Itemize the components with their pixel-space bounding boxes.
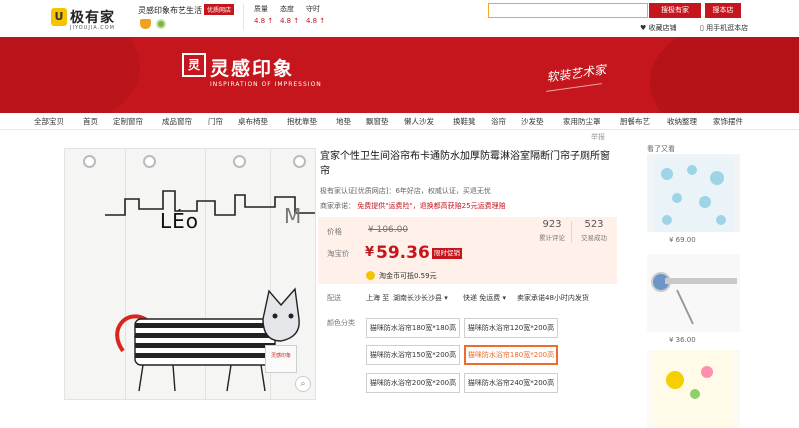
recommended-item-image[interactable]	[647, 254, 740, 332]
search-shop-button[interactable]: 搜本店	[705, 3, 741, 18]
curtain-ring-icon	[293, 155, 306, 168]
original-price: ¥ 106.00	[368, 225, 409, 235]
coin-discount-text: 淘金币可抵0.59元	[379, 272, 437, 280]
curtain-print-text: LÉo	[160, 209, 200, 233]
price-box: 价格 ¥ 106.00 淘宝价 ¥ 59.36 限时促销 923 累计评论 52…	[318, 217, 617, 284]
nav-item-tablecloth[interactable]: 桌布椅垫	[238, 116, 268, 127]
shipping-method-select[interactable]: 快递 免运费 ▾	[463, 293, 506, 303]
promise-link[interactable]: 免费提供"运费险"，退换都高获赔25元运费理赔	[357, 202, 505, 210]
currency-symbol: ¥	[365, 245, 375, 260]
nav-item-dust-cover[interactable]: 家用防尘罩	[563, 116, 601, 127]
kids-curtain-thumbnail	[653, 350, 734, 428]
cat-illustration	[115, 287, 300, 392]
color-option-selected[interactable]: 猫咪防水浴帘180宽*200高	[464, 345, 558, 365]
review-count-label: 累计评论	[539, 234, 565, 242]
nav-item-kitchen-fabric[interactable]: 厨餐布艺	[620, 116, 650, 127]
curtain-ring-icon	[83, 155, 96, 168]
review-count-stat[interactable]: 923 累计评论	[532, 219, 572, 242]
taobao-coin-icon	[366, 271, 375, 280]
report-link[interactable]: 举报	[591, 132, 605, 142]
recommended-item-image[interactable]	[647, 350, 740, 428]
stat-divider	[571, 221, 572, 243]
recommended-item-image[interactable]	[647, 154, 740, 232]
logo-icon: U	[51, 8, 67, 26]
shipping-from: 上海 至	[366, 294, 390, 302]
search-site-button[interactable]: 搜极有家	[649, 3, 701, 18]
nav-item-all[interactable]: 全部宝贝	[34, 116, 64, 127]
certification-text: 极有家认证[优质网店]：6年好店，权威认证，买退无忧	[320, 187, 491, 195]
color-option[interactable]: 猫咪防水浴帘150宽*200高	[366, 345, 460, 365]
favorite-shop-link[interactable]: ♥ 收藏店铺	[640, 23, 677, 33]
product-main-image[interactable]: LÉo M 灵感印象 ⌕	[64, 148, 316, 400]
color-option[interactable]: 猫咪防水浴帘180宽*180高	[366, 318, 460, 338]
color-option-label: 颜色分类	[327, 319, 355, 327]
logo-text: 极有家	[70, 10, 115, 26]
brand-english-name: INSPIRATION OF IMPRESSION	[210, 81, 322, 88]
promise-prefix: 商家承诺：	[320, 202, 355, 210]
shipping-promise: 卖家承诺48小时内发货	[517, 294, 589, 302]
promo-price-label: 淘宝价	[327, 249, 350, 258]
brand-logo-icon: 灵	[182, 53, 206, 77]
nav-item-sofa-cushion[interactable]: 沙发垫	[521, 116, 544, 127]
shipping-destination-select[interactable]: 湖南长沙长沙县 ▾	[393, 293, 448, 303]
curtain-print-text: M	[284, 204, 302, 228]
nav-item-home[interactable]: 首页	[83, 116, 98, 127]
nav-item-door-curtain[interactable]: 门帘	[208, 116, 223, 127]
nav-item-pillow[interactable]: 抱枕靠垫	[287, 116, 317, 127]
color-option[interactable]: 猫咪防水浴帘120宽*200高	[464, 318, 558, 338]
slogan-underline	[546, 83, 602, 92]
review-count: 923	[542, 219, 562, 230]
crown-icon	[140, 19, 151, 29]
sales-count-label: 交易成功	[581, 234, 607, 242]
brand-name: 灵感印象	[210, 58, 295, 80]
shipping-label: 配送	[327, 294, 341, 302]
merchant-promise: 商家承诺： 免费提供"运费险"，退换都高获赔25元运费理赔	[320, 201, 506, 211]
nav-item-custom-curtain[interactable]: 定制窗帘	[113, 116, 143, 127]
sales-count-stat[interactable]: 523 交易成功	[574, 219, 614, 242]
shop-badge: 优质网店	[204, 4, 235, 15]
nav-item-shower-curtain[interactable]: 浴帘	[491, 116, 506, 127]
banner-decoration	[0, 37, 140, 113]
nav-item-storage[interactable]: 收纳整理	[667, 116, 697, 127]
recommended-item-price: ¥ 36.00	[669, 336, 696, 344]
current-price: 59.36	[376, 243, 430, 263]
certified-icon	[156, 19, 166, 29]
top-header: U 极有家 JIYOUJIA.COM 灵感印象布艺生活 优质网店 质量 4.8 …	[0, 0, 799, 36]
nav-item-floor-mat[interactable]: 地垫	[336, 116, 351, 127]
shop-banner[interactable]: 灵 灵感印象 INSPIRATION OF IMPRESSION 软装艺术家	[0, 37, 799, 113]
logo-subtitle: JIYOUJIA.COM	[70, 25, 115, 31]
shop-nav: 全部宝贝 首页 定制窗帘 成品窗帘 门帘 桌布椅垫 抱枕靠垫 地垫 飘窗垫 懒人…	[0, 113, 799, 130]
rating-punctuality: 守时 4.8 ↑	[306, 5, 326, 25]
banner-decoration	[650, 37, 799, 113]
curtain-ring-icon	[143, 155, 156, 168]
price-label: 价格	[327, 227, 342, 236]
nav-item-lazy-sofa[interactable]: 懒人沙发	[404, 116, 434, 127]
nav-item-decor[interactable]: 家饰摆件	[713, 116, 743, 127]
promo-tag: 限时促销	[432, 248, 462, 259]
header-divider	[243, 4, 244, 30]
color-option[interactable]: 猫咪防水浴帘240宽*200高	[464, 373, 558, 393]
mobile-shop-link[interactable]: ▯ 用手机逛本店	[700, 23, 748, 33]
mobile-shop-label: 用手机逛本店	[706, 24, 749, 32]
recommended-item-price: ¥ 69.00	[669, 236, 696, 244]
nav-item-shoe-bench[interactable]: 换鞋凳	[453, 116, 476, 127]
product-title: 宜家个性卫生间浴帘布卡通防水加厚防霉淋浴室隔断门帘子厕所窗帘	[320, 151, 610, 177]
curtain-rod-thumbnail	[651, 272, 737, 325]
nav-item-ready-curtain[interactable]: 成品窗帘	[162, 116, 192, 127]
sales-count: 523	[584, 219, 604, 230]
color-option[interactable]: 猫咪防水浴帘200宽*200高	[366, 373, 460, 393]
phone-icon: ▯	[700, 24, 704, 32]
banner-slogan: 软装艺术家	[545, 62, 607, 85]
also-viewed-title: 看了又看	[647, 145, 675, 153]
nav-item-window-pad[interactable]: 飘窗垫	[366, 116, 389, 127]
curtain-ring-icon	[233, 155, 246, 168]
shop-name[interactable]: 灵感印象布艺生活	[138, 5, 202, 16]
site-logo[interactable]: U 极有家 JIYOUJIA.COM	[51, 7, 129, 33]
search-input[interactable]	[488, 3, 648, 18]
watermark-stamp: 灵感印象	[265, 345, 297, 373]
shower-curtain-thumbnail	[653, 158, 734, 232]
zoom-icon[interactable]: ⌕	[295, 376, 311, 392]
